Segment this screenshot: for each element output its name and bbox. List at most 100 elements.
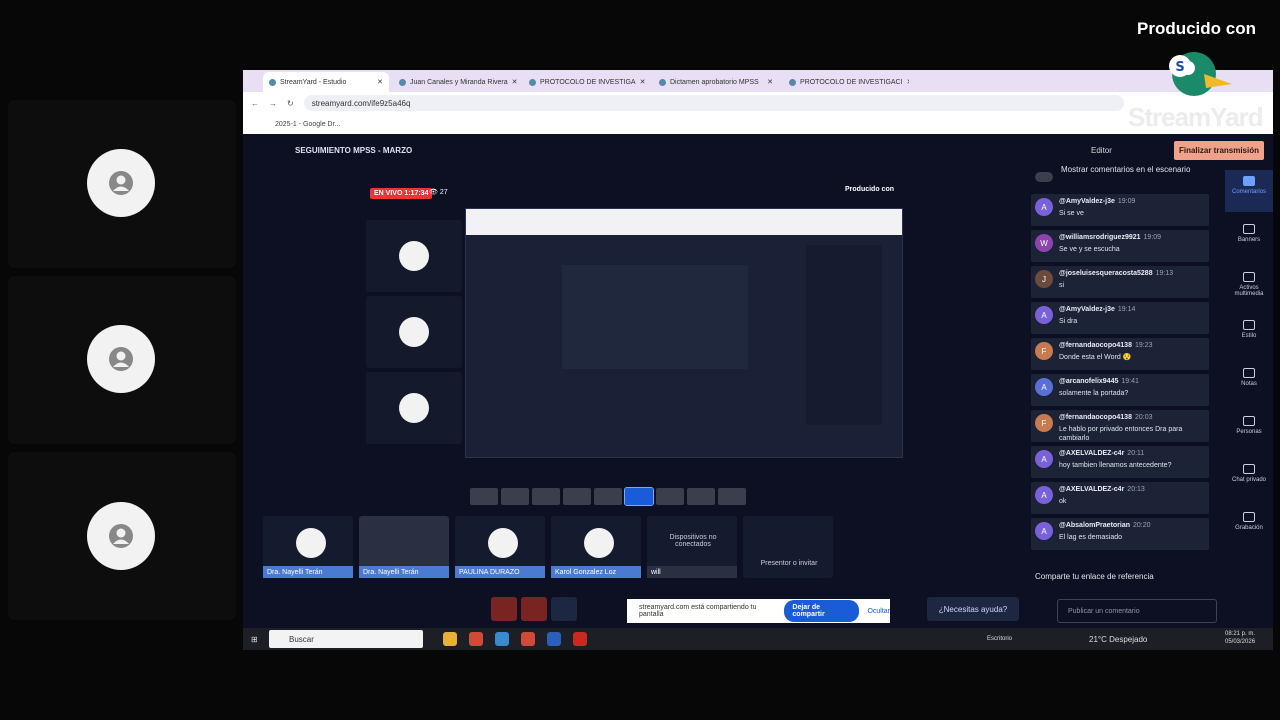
url-field[interactable]: streamyard.com/ife9z5a46q xyxy=(303,95,1124,111)
comment-item[interactable]: A @AXELVALDEZ-c4r 20:11 hoy tambien llenamo… xyxy=(1031,446,1209,478)
end-broadcast-button[interactable]: Finalizar transmisión xyxy=(1174,141,1264,160)
favicon-icon xyxy=(269,78,276,86)
user-avatar-icon: F xyxy=(1035,342,1053,360)
nested-comments xyxy=(806,245,882,425)
taskbar-search[interactable]: Buscar xyxy=(269,630,423,648)
comment-author: @AXELVALDEZ-c4r 20:13 xyxy=(1059,486,1145,493)
rail-item-chat-privado[interactable]: Chat privado xyxy=(1225,458,1273,500)
word-icon[interactable] xyxy=(547,632,561,646)
reload-icon[interactable]: ↻ xyxy=(287,99,294,108)
screen-share-notice: streamyard.com está compartiendo tu pant… xyxy=(627,599,890,623)
stage-screen-share xyxy=(465,208,903,458)
user-avatar-icon xyxy=(399,317,429,347)
comment-author: @AXELVALDEZ-c4r 20:11 xyxy=(1059,450,1145,457)
close-icon[interactable]: ✕ xyxy=(377,78,383,86)
comment-item[interactable]: F @fernandaocopo4138 19:23 Donde esta el Wo… xyxy=(1031,338,1209,370)
close-icon[interactable]: ✕ xyxy=(767,78,773,86)
windows-start-icon[interactable]: ⊞ xyxy=(251,635,258,644)
user-avatar-icon xyxy=(87,149,155,217)
comment-item[interactable]: W @williamsrodriguez9921 19:09 Se ve y se e… xyxy=(1031,230,1209,262)
stop-sharing-button[interactable]: Dejar de compartir xyxy=(784,600,860,622)
chrome-icon[interactable] xyxy=(521,632,535,646)
comment-text: Si dra xyxy=(1059,318,1078,325)
browser-tab-4[interactable]: PROTOCOLO DE INVESTIGACI✕ xyxy=(783,72,909,92)
chrome-icon[interactable] xyxy=(469,632,483,646)
invite-button[interactable]: Presentor o invitar xyxy=(743,516,833,578)
comment-text: Se ve y se escucha xyxy=(1059,246,1120,253)
user-avatar-icon xyxy=(488,528,518,558)
browser-tab-3[interactable]: Dictamen aprobatorio MPSS ✕ xyxy=(653,72,779,92)
layout-screen-button[interactable] xyxy=(594,488,622,505)
guest-tile[interactable]: Dra. Nayelli Terán xyxy=(263,516,353,578)
layout-cinema-button[interactable] xyxy=(687,488,715,505)
back-icon[interactable]: ← xyxy=(251,99,259,108)
rail-item-banners[interactable]: Banners xyxy=(1225,218,1273,260)
comment-text: El lag es demasiado xyxy=(1059,534,1123,541)
rail-item-personas[interactable]: Personas xyxy=(1225,410,1273,452)
comment-author: @AmyValdez-j3e 19:14 xyxy=(1059,306,1136,313)
participant-tile-3 xyxy=(8,452,236,620)
comment-text: Le hablo por privado entonces Dra para c… xyxy=(1059,426,1183,442)
browser-tab-0[interactable]: StreamYard - Estudio ✕ xyxy=(263,72,389,92)
close-icon[interactable]: ✕ xyxy=(512,78,518,86)
rail-item-comentarios[interactable]: Comentarios xyxy=(1225,170,1273,212)
layout-leader-button[interactable] xyxy=(563,488,591,505)
layout-group2-button[interactable] xyxy=(532,488,560,505)
file-explorer-icon[interactable] xyxy=(443,632,457,646)
participant-tile-1 xyxy=(8,100,236,268)
guest-tile[interactable]: Dispositivos no conectados will xyxy=(647,516,737,578)
layout-sidebar-button[interactable] xyxy=(624,487,654,506)
bookmark-item[interactable]: 2025-1 - Google Dr... xyxy=(275,121,340,128)
rail-icon xyxy=(1243,224,1255,234)
browser-tab-2[interactable]: PROTOCOLO DE INVESTIGA ✕ xyxy=(523,72,649,92)
rail-item-grabación[interactable]: Grabación xyxy=(1225,506,1273,548)
eye-icon: 👁 xyxy=(429,189,440,196)
comment-item[interactable]: A @AmyValdez-j3e 19:09 Si se ve xyxy=(1031,194,1209,226)
comment-item[interactable]: A @AbsalomPraetorian 20:20 El lag es demasi… xyxy=(1031,518,1209,550)
rail-icon xyxy=(1243,512,1255,522)
user-avatar-icon xyxy=(87,502,155,570)
comment-author: @williamsrodriguez9921 19:09 xyxy=(1059,234,1162,241)
rail-item-activos-multimedia[interactable]: Activos multimedia xyxy=(1225,266,1273,308)
stage-produced-label: Producido con xyxy=(845,186,894,193)
browser-tab-1[interactable]: Juan Canales y Miranda Rivera ✕ xyxy=(393,72,519,92)
user-avatar-icon: A xyxy=(1035,198,1053,216)
share-screen-button[interactable] xyxy=(551,597,577,621)
referral-link[interactable]: Comparte tu enlace de referencia xyxy=(1035,572,1154,581)
comment-text: si xyxy=(1059,282,1065,289)
editor-button[interactable]: Editor xyxy=(1091,146,1112,155)
guest-tile[interactable]: PAULINA DURAZO xyxy=(455,516,545,578)
rail-icon xyxy=(1243,272,1255,282)
rail-item-notas[interactable]: Notas xyxy=(1225,362,1273,404)
stage-participant xyxy=(366,372,462,444)
layout-pip-button[interactable] xyxy=(656,488,684,505)
store-icon[interactable] xyxy=(495,632,509,646)
acrobat-icon[interactable] xyxy=(573,632,587,646)
user-avatar-icon xyxy=(584,528,614,558)
forward-icon[interactable]: → xyxy=(269,99,277,108)
live-badge: EN VIVO 1:17:34 xyxy=(370,188,433,199)
layout-solo-button[interactable] xyxy=(470,488,498,505)
layout-group-button[interactable] xyxy=(501,488,529,505)
comment-item[interactable]: J @joseluisesqueracosta5288 19:13 si xyxy=(1031,266,1209,298)
hide-notice-link[interactable]: Ocultar xyxy=(867,608,890,615)
comment-text: Si se ve xyxy=(1059,210,1084,217)
comment-item[interactable]: A @AXELVALDEZ-c4r 20:13 ok xyxy=(1031,482,1209,514)
rail-icon xyxy=(1243,176,1255,186)
close-icon[interactable]: ✕ xyxy=(640,78,646,86)
comment-item[interactable]: A @arcanofelix9445 19:41 solamente la porta… xyxy=(1031,374,1209,406)
comment-input[interactable]: Publicar un comentario xyxy=(1057,599,1217,623)
close-icon[interactable]: ✕ xyxy=(907,78,909,86)
comment-item[interactable]: F @fernandaocopo4138 20:03 Le hablo por pri… xyxy=(1031,410,1209,442)
comment-item[interactable]: A @AmyValdez-j3e 19:14 Si dra xyxy=(1031,302,1209,334)
guest-tile[interactable]: Karol Gonzalez Loz xyxy=(551,516,641,578)
rail-item-estilo[interactable]: Estilo xyxy=(1225,314,1273,356)
layout-blank-button[interactable] xyxy=(718,488,746,505)
camera-off-button[interactable] xyxy=(521,597,547,621)
mic-mute-button[interactable] xyxy=(491,597,517,621)
guest-tile[interactable]: Dra. Nayelli Terán xyxy=(359,516,449,578)
user-avatar-icon xyxy=(399,393,429,423)
svg-text:S: S xyxy=(1175,60,1184,75)
help-button[interactable]: ¿Necesitas ayuda? xyxy=(927,597,1019,621)
user-avatar-icon: A xyxy=(1035,378,1053,396)
